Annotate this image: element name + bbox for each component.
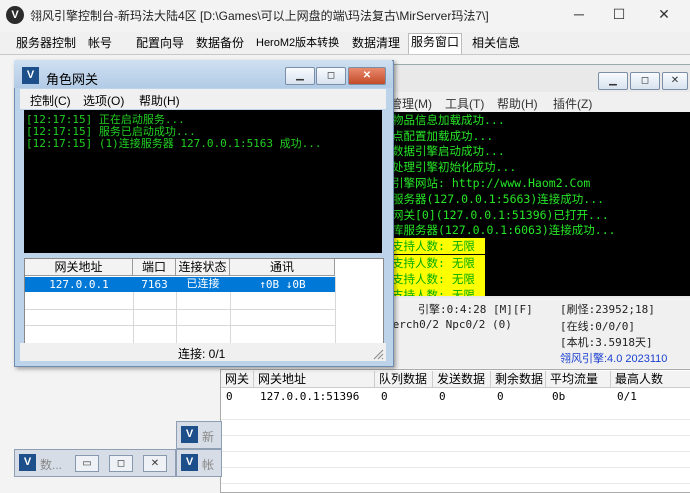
col-traffic[interactable]: 通讯	[230, 259, 335, 276]
col-max-users[interactable]: 最高人数	[611, 371, 690, 388]
resize-grip-icon[interactable]	[372, 348, 384, 360]
gateway-minimize-button[interactable]: ▁	[285, 67, 315, 85]
server-menu-tools[interactable]: 工具(T)	[445, 95, 484, 112]
col-gateway-address[interactable]: 网关地址	[254, 371, 375, 388]
engine-version: 翎风引擎:4.0 2023110	[560, 353, 668, 365]
server-log: 物品信息加载成功... 点配置加载成功... 数据引擎启动成功... 处理引擎初…	[390, 112, 690, 296]
minimized-window[interactable]: V 帐	[176, 449, 222, 477]
server-close-button[interactable]: ✕	[662, 72, 688, 90]
support-line: 支持人数: 无限	[390, 255, 485, 271]
maximize-button[interactable]: ☐	[608, 5, 630, 23]
menu-data-cleanup[interactable]: 数据清理	[350, 35, 402, 52]
col-port[interactable]: 端口	[133, 259, 176, 276]
row-port: 7163	[141, 278, 168, 291]
gateway-menu-help[interactable]: 帮助(H)	[139, 92, 180, 109]
log-line: 引擎网站: http://www.Haom2.Com	[392, 176, 591, 190]
role-gateway-title: 角色网关	[46, 72, 99, 87]
gateway-connection-list: 网关地址 端口 连接状态 通讯 127.0.0.1 7163 已连接 ↑0B ↓…	[24, 258, 384, 344]
server-minimize-button[interactable]: ▁	[598, 72, 628, 90]
server-maximize-button[interactable]: ◻	[630, 72, 660, 90]
table-cell[interactable]: 0	[492, 390, 504, 404]
merchant-npc-count: Merch0/2 Npc0/2 (0)	[386, 318, 512, 331]
restore-button[interactable]: ▭	[75, 455, 99, 472]
log-line: 网关[0](127.0.0.1:51396)已打开...	[392, 208, 609, 222]
minimized-window-label: 数...	[40, 458, 63, 472]
gateway-menu-control[interactable]: 控制(C)	[30, 92, 71, 109]
table-grid-line	[221, 404, 690, 420]
col-avg-traffic[interactable]: 平均流量	[546, 371, 611, 388]
col-send-data[interactable]: 发送数据	[433, 371, 491, 388]
table-grid-line	[221, 452, 690, 468]
app-logo-icon: V	[19, 454, 36, 471]
support-line: 支持人数: 无限	[390, 238, 485, 254]
server-menu-manage[interactable]: 管理(M)	[390, 95, 432, 112]
window-title: 翎风引擎控制台-新玛法大陆4区 [D:\Games\可以上网盘的端\玛法复古\M…	[30, 9, 489, 23]
server-menu-plugins[interactable]: 插件(Z)	[553, 95, 592, 112]
table-cell[interactable]: 0	[376, 390, 388, 404]
table-cell[interactable]: 0	[434, 390, 446, 404]
support-line: 支持人数: 无限	[390, 287, 485, 296]
gateway-menu-bar	[20, 89, 386, 109]
grid-line	[335, 277, 336, 343]
col-queue-data[interactable]: 队列数据	[375, 371, 433, 388]
table-grid-line	[221, 468, 690, 484]
log-line: 服务器(127.0.0.1:5663)连接成功...	[392, 192, 605, 206]
menu-herom2-convert[interactable]: HeroM2版本转换	[254, 35, 341, 52]
gateway-table: 网关 网关地址 队列数据 发送数据 剩余数据 平均流量 最高人数 0 127.0…	[220, 369, 690, 493]
close-button[interactable]: ✕	[653, 5, 675, 23]
app-logo-icon: V	[6, 6, 24, 24]
row-address: 127.0.0.1	[49, 278, 109, 291]
col-connection-state[interactable]: 连接状态	[176, 259, 230, 276]
gateway-menu-options[interactable]: 选项(O)	[83, 92, 124, 109]
menu-related-info[interactable]: 相关信息	[470, 35, 522, 52]
minimized-window-label: 新	[202, 430, 215, 444]
row-traffic: ↑0B ↓0B	[259, 278, 306, 291]
app-logo-icon: V	[181, 454, 198, 471]
minimize-button[interactable]: ─	[568, 5, 590, 23]
minimized-window[interactable]: V 数... ▭ ◻ ✕	[14, 449, 176, 477]
gateway-log: [12:17:15] 正在启动服务... [12:17:15] 服务已启动成功.…	[24, 110, 382, 253]
menu-account[interactable]: 帐号	[86, 35, 114, 52]
maximize-button[interactable]: ◻	[109, 455, 133, 472]
local-runtime: [本机:3.5918天]	[560, 336, 653, 349]
row-state: 已连接	[186, 278, 220, 290]
table-cell[interactable]: 0b	[547, 390, 565, 404]
server-status-panel: 引擎:0:4:28 [M][F] [刷怪:23952;18] Merch0/2 …	[386, 298, 690, 368]
log-line: 点配置加载成功...	[392, 129, 494, 143]
log-line: 处理引擎初始化成功...	[392, 160, 517, 174]
minimized-window[interactable]: V 新	[176, 421, 222, 449]
online-count: [在线:0/0/0]	[560, 320, 635, 333]
server-menu-help[interactable]: 帮助(H)	[497, 95, 538, 112]
col-gateway[interactable]: 网关	[221, 371, 254, 388]
col-remaining-data[interactable]: 剩余数据	[491, 371, 546, 388]
tab-service-window[interactable]: 服务窗口	[408, 33, 463, 54]
grid-line	[25, 309, 335, 310]
support-line: 支持人数: 无限	[390, 271, 485, 287]
close-button[interactable]: ✕	[143, 455, 167, 472]
log-line: 数据引擎启动成功...	[392, 144, 505, 158]
table-cell[interactable]: 0	[221, 390, 233, 404]
table-grid-line	[221, 436, 690, 452]
app-logo-icon: V	[181, 426, 198, 443]
grid-line	[25, 325, 335, 326]
col-gateway-address[interactable]: 网关地址	[25, 259, 133, 276]
table-cell[interactable]: 127.0.0.1:51396	[255, 390, 359, 404]
gateway-close-button[interactable]: ✕	[348, 67, 386, 85]
connection-count: 连接: 0/1	[178, 347, 226, 361]
log-line: 库服务器(127.0.0.1:6063)连接成功...	[392, 223, 616, 237]
app-logo-icon: V	[22, 67, 39, 84]
menu-data-backup[interactable]: 数据备份	[194, 35, 246, 52]
gateway-maximize-button[interactable]: ◻	[316, 67, 346, 85]
menu-server-control[interactable]: 服务器控制	[14, 35, 78, 52]
monster-refresh: [刷怪:23952;18]	[560, 303, 655, 316]
log-line: 物品信息加载成功...	[392, 113, 505, 127]
menu-config-wizard[interactable]: 配置向导	[134, 35, 186, 52]
log-line: [12:17:15] (1)连接服务器 127.0.0.1:5163 成功...	[26, 137, 322, 150]
engine-uptime: 引擎:0:4:28 [M][F]	[418, 303, 533, 316]
table-grid-line	[221, 420, 690, 436]
table-cell[interactable]: 0/1	[612, 390, 637, 404]
minimized-window-label: 帐	[202, 458, 215, 472]
